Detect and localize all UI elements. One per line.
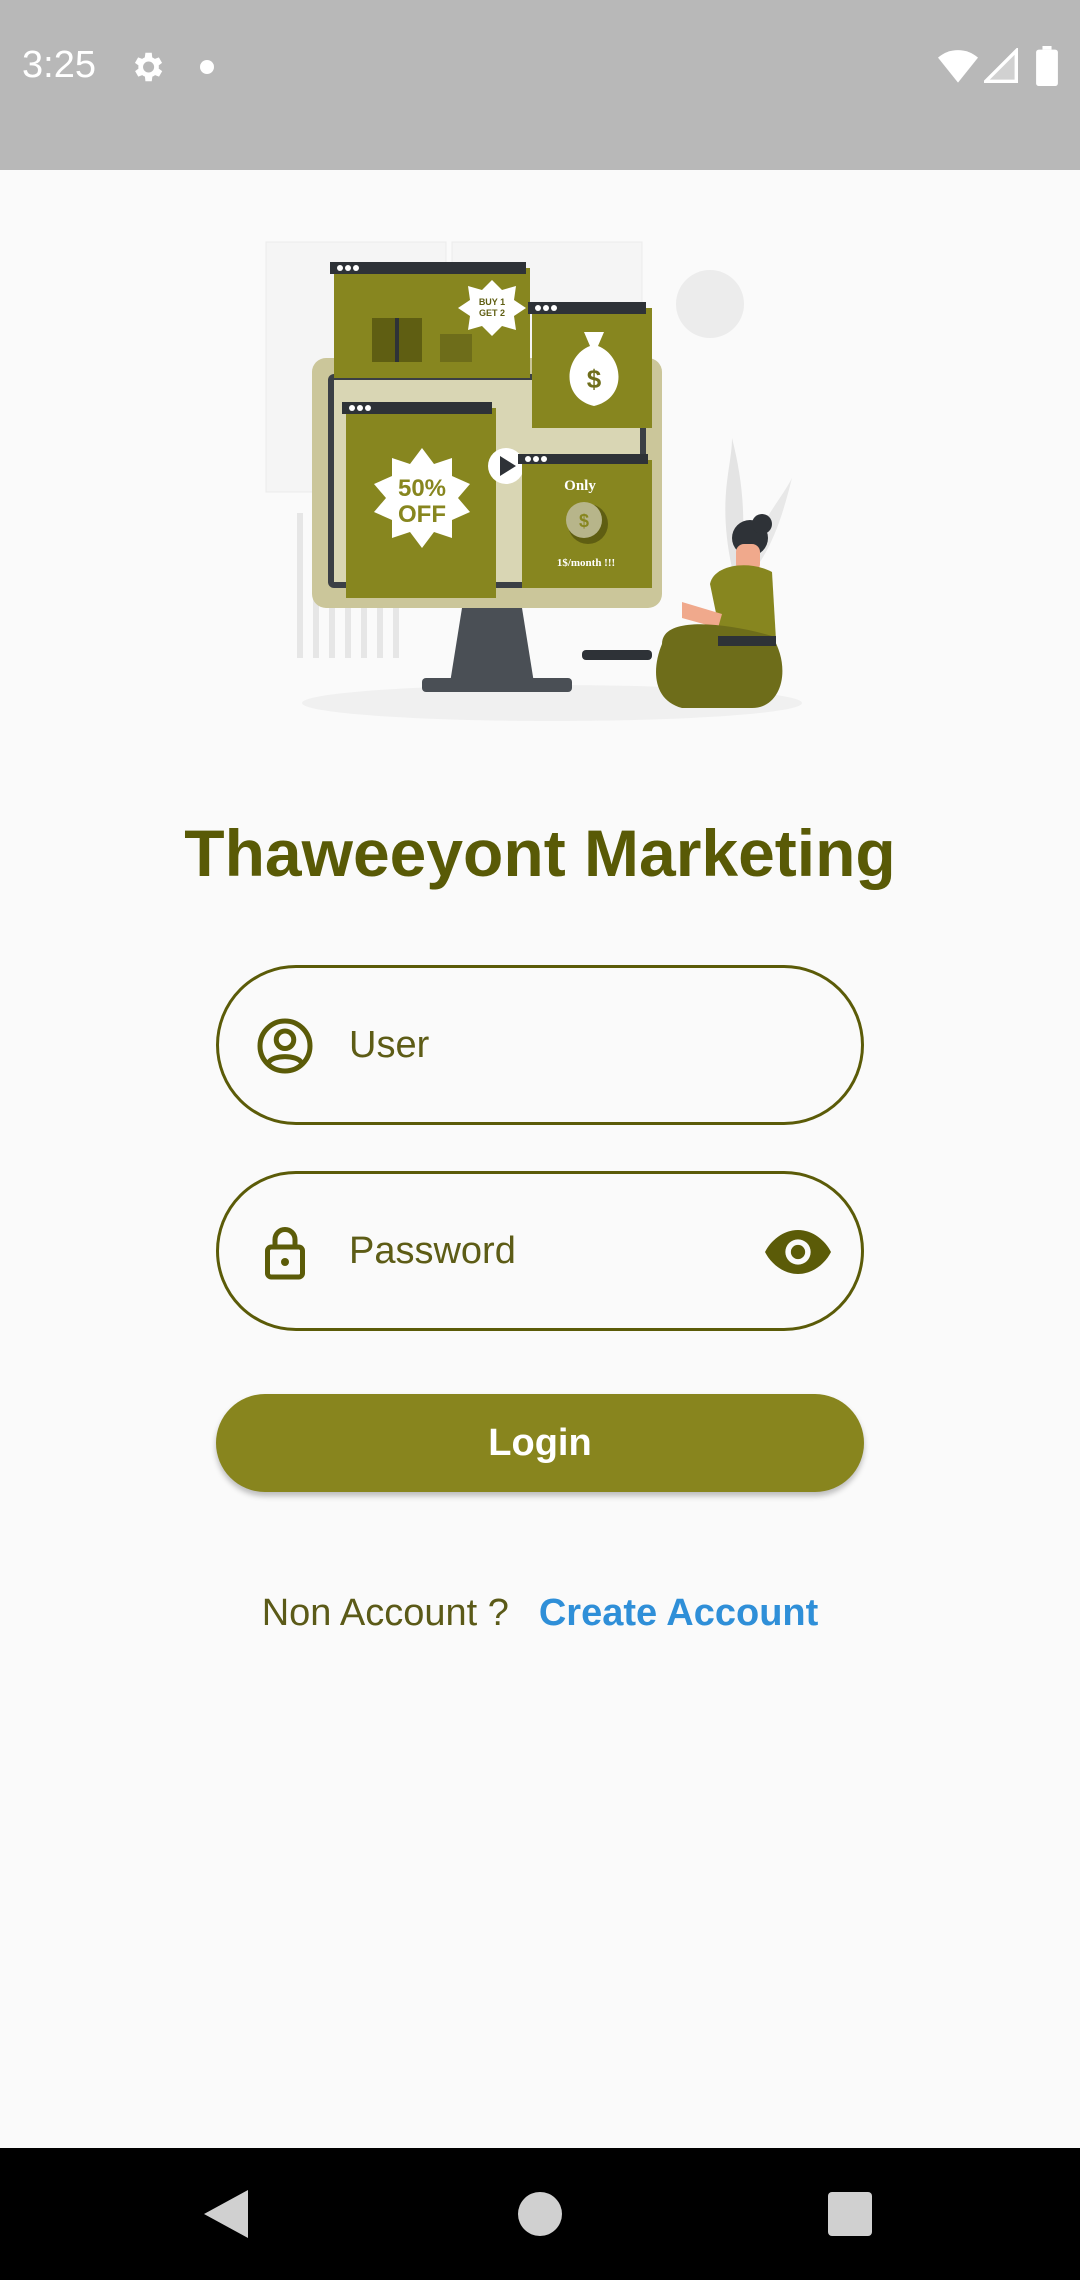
lock-icon bbox=[265, 1227, 305, 1280]
gear-icon bbox=[134, 52, 163, 82]
battery-icon bbox=[1036, 46, 1058, 86]
password-field[interactable]: Password bbox=[216, 1171, 864, 1331]
signup-row: Non Account ? Create Account bbox=[0, 1592, 1080, 1635]
account-circle-icon bbox=[257, 1018, 313, 1074]
notification-dot bbox=[200, 60, 214, 74]
create-account-link[interactable]: Create Account bbox=[539, 1592, 818, 1635]
wifi-icon bbox=[938, 50, 978, 83]
navigation-bar bbox=[0, 2148, 1080, 2280]
signal-icon bbox=[984, 48, 1018, 83]
svg-text:GET 2: GET 2 bbox=[479, 308, 505, 318]
svg-text:$: $ bbox=[587, 364, 602, 394]
password-placeholder: Password bbox=[349, 1229, 516, 1272]
svg-text:$: $ bbox=[579, 511, 589, 531]
user-field[interactable]: User bbox=[216, 965, 864, 1125]
svg-text:BUY 1: BUY 1 bbox=[479, 297, 505, 307]
svg-text:50%: 50% bbox=[398, 475, 446, 502]
login-button[interactable]: Login bbox=[216, 1394, 864, 1492]
back-icon[interactable] bbox=[204, 2190, 248, 2238]
recent-apps-icon[interactable] bbox=[828, 2192, 872, 2236]
signup-prompt: Non Account ? bbox=[261, 1592, 509, 1634]
status-bar: 3:25 bbox=[0, 0, 1080, 170]
eye-icon[interactable] bbox=[765, 1228, 831, 1276]
status-time: 3:25 bbox=[22, 44, 96, 86]
user-placeholder: User bbox=[349, 1023, 430, 1066]
svg-text:1$/month !!!: 1$/month !!! bbox=[557, 557, 615, 569]
svg-text:OFF: OFF bbox=[398, 501, 446, 528]
svg-text:Only: Only bbox=[564, 478, 596, 494]
home-icon[interactable] bbox=[518, 2192, 562, 2236]
marketing-illustration: BUY 1 GET 2 $ 50% OFF Only $ 1$/month !!… bbox=[265, 241, 802, 721]
app-title: Thaweeyont Marketing bbox=[184, 816, 896, 890]
